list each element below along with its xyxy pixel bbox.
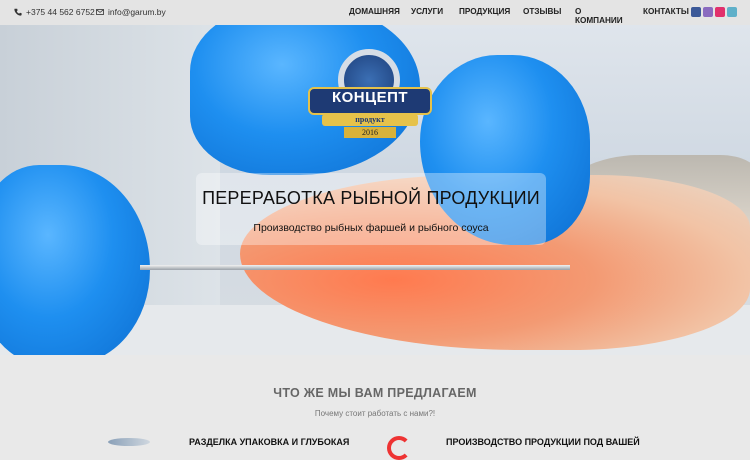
logo-year: 2016 xyxy=(344,127,396,138)
social-icons xyxy=(691,7,737,17)
nav-about[interactable]: О КОМПАНИИ xyxy=(575,7,623,25)
logo-subtitle: продукт xyxy=(322,114,418,126)
nav-home[interactable]: ДОМАШНЯЯ xyxy=(349,7,400,16)
phone-text: +375 44 562 6752 xyxy=(26,7,95,17)
company-logo[interactable]: КОНЦЕПТ продукт 2016 xyxy=(300,43,440,143)
feature-title-1: РАЗДЕЛКА УПАКОВКА И ГЛУБОКАЯ xyxy=(189,437,350,447)
nav-products[interactable]: ПРОДУКЦИЯ xyxy=(459,7,510,16)
phone-contact[interactable]: +375 44 562 6752 xyxy=(14,7,95,17)
fish-icon xyxy=(108,438,150,446)
logo-title: КОНЦЕПТ xyxy=(331,89,409,106)
knife-blade xyxy=(140,265,570,270)
hero-caption-box xyxy=(196,173,546,245)
offer-subtitle: Почему стоит работать с нами?! xyxy=(314,409,436,418)
nav-contacts[interactable]: КОНТАКТЫ xyxy=(643,7,689,16)
offer-title: ЧТО ЖЕ МЫ ВАМ ПРЕДЛАГАЕМ xyxy=(273,386,477,400)
mail-icon xyxy=(96,9,104,15)
product-icon xyxy=(387,436,411,460)
phone-icon xyxy=(14,8,22,16)
viber-icon[interactable] xyxy=(703,7,713,17)
email-contact[interactable]: info@garum.by xyxy=(96,7,166,17)
email-text: info@garum.by xyxy=(108,7,166,17)
feature-title-2: ПРОИЗВОДСТВО ПРОДУКЦИИ ПОД ВАШЕЙ xyxy=(446,437,640,447)
instagram-icon[interactable] xyxy=(715,7,725,17)
top-bar: +375 44 562 6752 info@garum.by ДОМАШНЯЯ … xyxy=(0,0,750,25)
skype-icon[interactable] xyxy=(727,7,737,17)
nav-reviews[interactable]: ОТЗЫВЫ xyxy=(523,7,561,16)
hero-headline: ПЕРЕРАБОТКА РЫБНОЙ ПРОДУКЦИИ xyxy=(202,188,540,208)
nav-services[interactable]: УСЛУГИ xyxy=(411,7,443,16)
facebook-icon[interactable] xyxy=(691,7,701,17)
hero-subline: Производство рыбных фаршей и рыбного соу… xyxy=(253,222,489,234)
